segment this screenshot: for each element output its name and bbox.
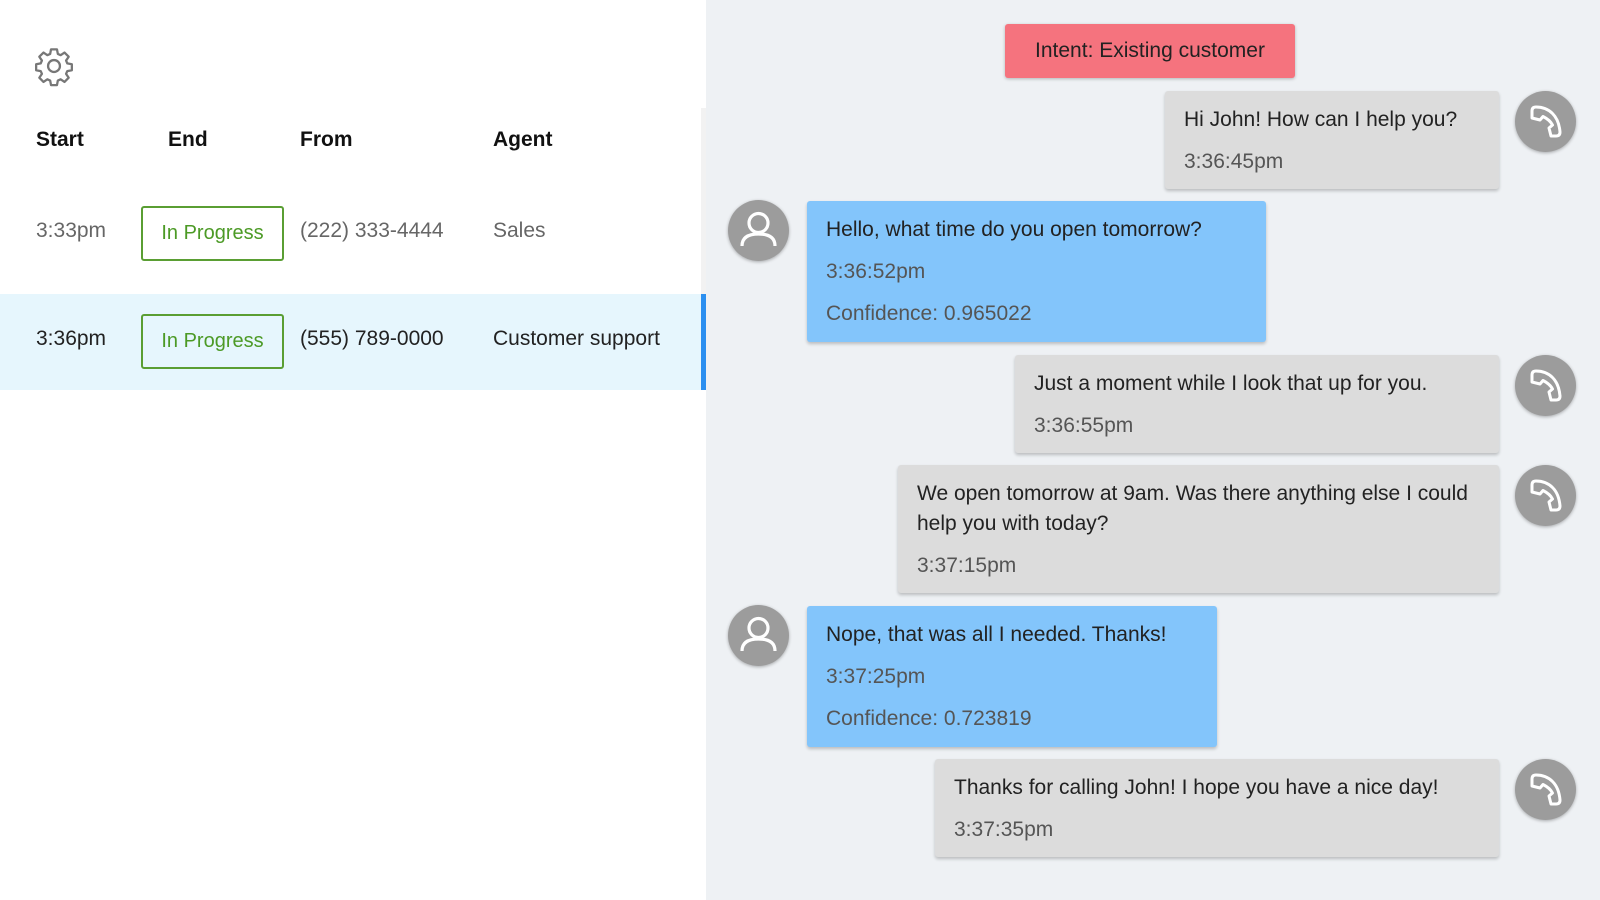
intent-badge: Intent: Existing customer	[1005, 24, 1295, 78]
caller-number: (555) 789-0000	[300, 327, 444, 350]
user-avatar-icon	[728, 200, 789, 261]
phone-icon	[1515, 465, 1576, 526]
message-text: We open tomorrow at 9am. Was there anyth…	[917, 482, 1468, 535]
agent-message: Thanks for calling John! I hope you have…	[935, 759, 1499, 857]
call-table-header: Start End From Agent	[0, 128, 706, 158]
message-text: Hello, what time do you open tomorrow?	[826, 218, 1202, 241]
confidence-score: Confidence: 0.723819	[826, 707, 1032, 730]
phone-icon	[1515, 355, 1576, 416]
message-time: 3:37:25pm	[826, 665, 926, 688]
column-header-start[interactable]: Start	[36, 128, 84, 152]
column-header-end[interactable]: End	[168, 128, 208, 152]
user-avatar-icon	[728, 605, 789, 666]
app-root: Start End From Agent 3:33pm In Progress …	[0, 0, 1600, 900]
caller-number: (222) 333-4444	[300, 219, 444, 242]
agent-name: Sales	[493, 219, 546, 242]
column-header-agent[interactable]: Agent	[493, 128, 553, 152]
conversation-panel: Intent: Existing customer Hi John! How c…	[706, 0, 1600, 900]
message-time: 3:36:52pm	[826, 260, 926, 283]
confidence-score: Confidence: 0.965022	[826, 302, 1032, 325]
message-text: Thanks for calling John! I hope you have…	[954, 776, 1439, 799]
message-time: 3:37:35pm	[954, 818, 1054, 841]
caller-message: Nope, that was all I needed. Thanks! 3:3…	[807, 606, 1217, 747]
call-start-time: 3:33pm	[36, 219, 107, 242]
agent-message: Just a moment while I look that up for y…	[1015, 355, 1499, 453]
message-text: Nope, that was all I needed. Thanks!	[826, 623, 1167, 646]
column-header-from[interactable]: From	[300, 128, 353, 152]
agent-message: We open tomorrow at 9am. Was there anyth…	[898, 465, 1499, 593]
agent-message: Hi John! How can I help you? 3:36:45pm	[1165, 91, 1499, 189]
agent-name: Customer support	[493, 327, 660, 350]
phone-icon	[1515, 91, 1576, 152]
message-text: Just a moment while I look that up for y…	[1034, 372, 1428, 395]
message-time: 3:37:15pm	[917, 554, 1017, 577]
caller-message: Hello, what time do you open tomorrow? 3…	[807, 201, 1266, 342]
phone-icon	[1515, 759, 1576, 820]
call-list-panel: Start End From Agent 3:33pm In Progress …	[0, 0, 707, 900]
message-time: 3:36:45pm	[1184, 150, 1284, 173]
status-badge: In Progress	[141, 206, 284, 261]
call-row[interactable]: 3:33pm In Progress (222) 333-4444 Sales	[0, 186, 706, 282]
call-row-selected[interactable]: 3:36pm In Progress (555) 789-0000 Custom…	[0, 294, 706, 390]
message-time: 3:36:55pm	[1034, 414, 1134, 437]
gear-icon[interactable]	[33, 45, 75, 87]
message-text: Hi John! How can I help you?	[1184, 108, 1458, 131]
call-start-time: 3:36pm	[36, 327, 107, 350]
call-list: 3:33pm In Progress (222) 333-4444 Sales …	[0, 186, 706, 402]
status-badge: In Progress	[141, 314, 284, 369]
